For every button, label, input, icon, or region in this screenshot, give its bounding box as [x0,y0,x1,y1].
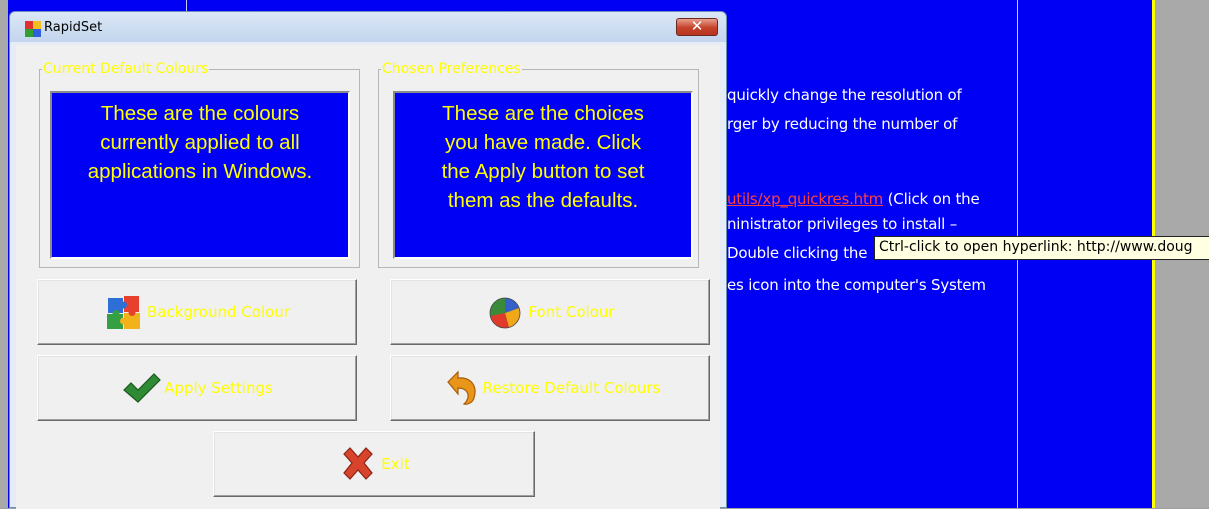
chosen-preferences-preview: These are the choices you have made. Cli… [393,91,693,259]
background-colour-button[interactable]: Background Colour [37,279,357,345]
document-text-line: quickly change the resolution of [727,86,962,104]
current-colours-group: Current Default Colours These are the co… [39,61,360,268]
font-colour-button[interactable]: Font Colour [390,279,710,345]
exit-label: Exit [381,455,410,473]
document-text-line: rger by reducing the number of [727,115,958,133]
pie-chart-icon [490,297,521,329]
app-icon [25,21,41,37]
dialog-client-area: Current Default Colours These are the co… [16,45,720,509]
document-text-line: es icon into the computer's System [727,276,986,294]
restore-default-colours-label: Restore Default Colours [482,379,661,397]
hyperlink-tooltip: Ctrl-click to open hyperlink: http://www… [874,236,1209,260]
preview-text-line: These are the choices [442,102,644,125]
preview-text-line: currently applied to all [100,131,300,154]
preview-text-line: applications in Windows. [87,160,313,183]
document-text-fragment: (Click on the [883,190,980,208]
preview-text-line: you have made. Click [445,131,641,154]
chosen-preferences-group: Chosen Preferences These are the choices… [378,61,699,268]
current-colours-legend: Current Default Colours [42,61,210,77]
document-hyperlink[interactable]: utils/xp_quickres.htm [727,190,883,208]
preview-text-line: them as the defaults. [447,189,639,212]
undo-arrow-icon [446,370,476,405]
exit-button[interactable]: Exit [213,431,535,497]
restore-default-colours-button[interactable]: Restore Default Colours [390,355,710,421]
font-colour-label: Font Colour [528,303,615,321]
puzzle-icon [107,296,141,329]
red-x-icon [343,447,374,480]
preview-text-line: the Apply button to set [441,160,645,183]
window-title: RapidSet [44,20,103,35]
apply-settings-label: Apply Settings [164,379,273,397]
workspace-margin-left [0,0,8,508]
checkmark-icon [123,373,162,403]
apply-settings-button[interactable]: Apply Settings [37,355,357,421]
close-button[interactable]: ✕ [676,17,718,36]
close-icon: ✕ [690,17,704,35]
chosen-preferences-legend: Chosen Preferences [381,61,522,77]
background-colour-label: Background Colour [147,303,290,321]
preview-text-line: These are the colours [100,102,300,125]
current-colours-preview: These are the colours currently applied … [50,91,350,259]
document-text-line: ninistrator privileges to install – [727,215,958,233]
title-bar[interactable]: RapidSet ✕ [10,12,726,42]
document-text-line: utils/xp_quickres.htm (Click on the [727,190,980,208]
document-text-line: Double clicking the [727,244,868,262]
rapidset-dialog: RapidSet ✕ Current Default Colours These… [9,11,727,509]
